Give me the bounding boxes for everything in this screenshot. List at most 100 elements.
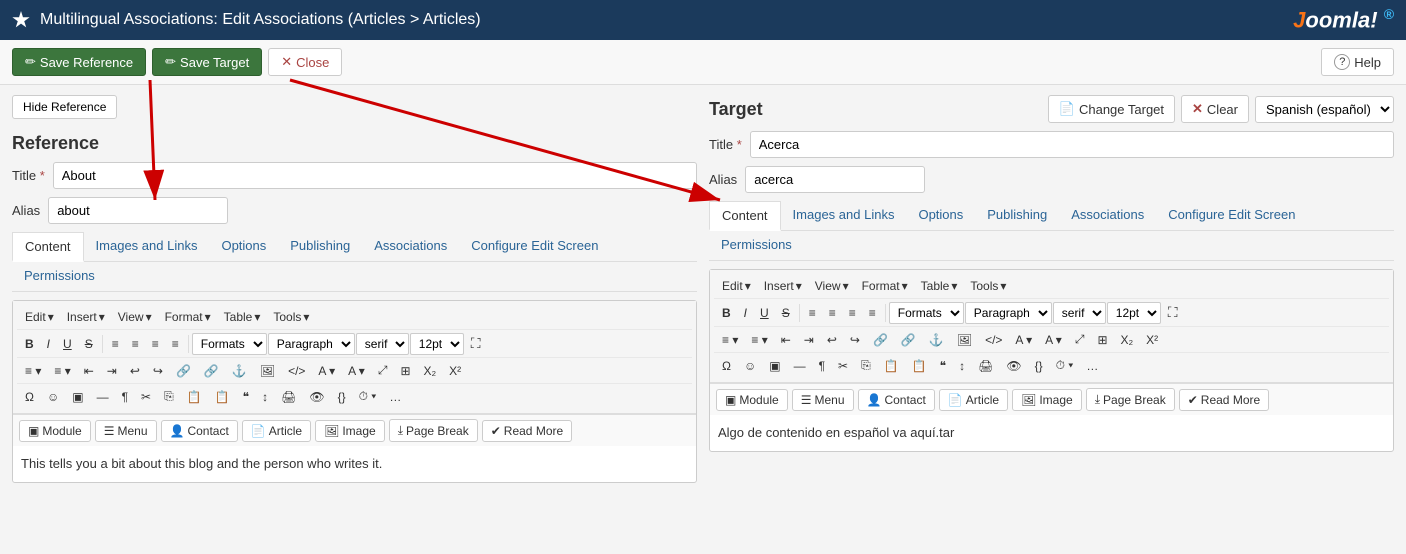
target-more-button[interactable]: …: [1080, 356, 1104, 376]
target-sup-button[interactable]: X²: [1140, 330, 1164, 350]
target-ul-button[interactable]: ≡ ▾: [716, 330, 744, 350]
target-redo-button[interactable]: ↪: [844, 330, 866, 350]
ref-blockquote-button[interactable]: ❝: [237, 387, 255, 407]
target-format-menu[interactable]: Format ▾: [856, 276, 914, 296]
target-preview-button[interactable]: 👁: [1000, 356, 1027, 376]
reference-editor-content[interactable]: This tells you a bit about this blog and…: [13, 446, 696, 482]
ref-underline-button[interactable]: U: [57, 334, 78, 354]
target-pastetext-button[interactable]: 📋: [906, 356, 933, 376]
ref-omega-button[interactable]: Ω: [19, 387, 40, 407]
target-module-btn[interactable]: ▣ Module: [716, 389, 788, 411]
ref-sub-button[interactable]: X₂: [418, 361, 443, 381]
ref-media-button[interactable]: ▣: [66, 387, 89, 407]
target-size-select[interactable]: 12pt: [1107, 302, 1161, 324]
tab-ref-images[interactable]: Images and Links: [84, 232, 210, 261]
target-editor-content[interactable]: Algo de contenido en español va aquí.tar: [710, 415, 1393, 451]
ref-paragraph2-button[interactable]: ¶: [116, 387, 134, 407]
target-timer-button[interactable]: ⏱ ▾: [1050, 355, 1080, 376]
tab-ref-permissions[interactable]: Permissions: [12, 262, 107, 291]
target-code-button[interactable]: </>: [979, 330, 1008, 350]
target-alias-input[interactable]: [745, 166, 925, 193]
ref-unlink-button[interactable]: 🔗: [198, 361, 225, 381]
ref-indent-button[interactable]: ⇥: [101, 361, 123, 381]
target-menu-btn[interactable]: ☰ Menu: [792, 389, 854, 411]
save-reference-button[interactable]: ✏ Save Reference: [12, 48, 146, 76]
ref-ol-button[interactable]: ≡ ▾: [48, 361, 76, 381]
target-fullscreen-button[interactable]: ⛶: [1162, 301, 1184, 324]
target-link-button[interactable]: 🔗: [867, 330, 894, 350]
ref-cut-button[interactable]: ✂: [135, 387, 157, 407]
change-target-button[interactable]: 📄 Change Target: [1048, 95, 1175, 123]
hide-reference-button[interactable]: Hide Reference: [12, 95, 117, 119]
ref-table-menu[interactable]: Table ▾: [218, 307, 267, 327]
target-media-button[interactable]: ▣: [763, 356, 786, 376]
ref-ul-button[interactable]: ≡ ▾: [19, 361, 47, 381]
target-blockquote-button[interactable]: ❝: [934, 356, 952, 376]
target-underline-button[interactable]: U: [754, 303, 775, 323]
target-paragraph2-button[interactable]: ¶: [813, 356, 831, 376]
ref-italic-button[interactable]: I: [41, 334, 56, 354]
ref-more-button[interactable]: …: [383, 387, 407, 407]
ref-undo-button[interactable]: ↩: [124, 361, 146, 381]
target-hr-button[interactable]: —: [788, 356, 812, 376]
target-bgcolor-button[interactable]: A ▾: [1039, 330, 1068, 350]
target-ol-button[interactable]: ≡ ▾: [745, 330, 773, 350]
tab-target-configure[interactable]: Configure Edit Screen: [1156, 201, 1307, 230]
ref-bgcolor-button[interactable]: A ▾: [342, 361, 371, 381]
ref-code-button[interactable]: </>: [282, 361, 311, 381]
tab-ref-configure[interactable]: Configure Edit Screen: [459, 232, 610, 261]
ref-insert-menu[interactable]: Insert ▾: [61, 307, 111, 327]
target-undo-button[interactable]: ↩: [821, 330, 843, 350]
target-table2-button[interactable]: ⊞: [1091, 330, 1113, 350]
ref-align-right-button[interactable]: ≡: [146, 334, 165, 354]
ref-paragraph-select[interactable]: Paragraph: [268, 333, 355, 355]
target-expand-button[interactable]: ⤢: [1069, 329, 1091, 350]
tab-ref-associations[interactable]: Associations: [362, 232, 459, 261]
ref-contact-btn[interactable]: 👤 Contact: [161, 420, 238, 442]
target-insert-menu[interactable]: Insert ▾: [758, 276, 808, 296]
ref-image-insert-btn[interactable]: 🖼 Image: [315, 420, 385, 442]
target-print-button[interactable]: 🖨: [972, 356, 999, 376]
tab-target-publishing[interactable]: Publishing: [975, 201, 1059, 230]
ref-align-left-button[interactable]: ≡: [106, 334, 125, 354]
ref-menu-btn[interactable]: ☰ Menu: [95, 420, 157, 442]
ref-timer-button[interactable]: ⏱ ▾: [353, 386, 383, 407]
ref-readmore-btn[interactable]: ✔ Read More: [482, 420, 572, 442]
target-align-center[interactable]: ≡: [823, 303, 842, 323]
tab-target-options[interactable]: Options: [906, 201, 975, 230]
target-copy-button[interactable]: ⎘: [855, 355, 877, 376]
ref-tools-menu[interactable]: Tools ▾: [267, 307, 315, 327]
target-unlink-button[interactable]: 🔗: [895, 330, 922, 350]
target-codesample-button[interactable]: {}: [1029, 356, 1049, 376]
target-edit-menu[interactable]: Edit ▾: [716, 276, 757, 296]
target-omega-button[interactable]: Ω: [716, 356, 737, 376]
clear-button[interactable]: ✕ Clear: [1181, 95, 1249, 123]
target-paragraph-select[interactable]: Paragraph: [965, 302, 1052, 324]
tab-ref-content[interactable]: Content: [12, 232, 84, 262]
ref-hr-button[interactable]: —: [91, 387, 115, 407]
language-select[interactable]: Spanish (español): [1255, 96, 1394, 123]
ref-link-button[interactable]: 🔗: [170, 361, 197, 381]
tab-target-content[interactable]: Content: [709, 201, 781, 231]
save-target-button[interactable]: ✏ Save Target: [152, 48, 262, 76]
ref-strike-button[interactable]: S: [79, 334, 99, 354]
ref-edit-menu[interactable]: Edit ▾: [19, 307, 60, 327]
target-formats-select[interactable]: Formats: [889, 302, 964, 324]
ref-pagebreak-insert-btn[interactable]: ⤓ Page Break: [389, 419, 478, 442]
ref-align-center-button[interactable]: ≡: [126, 334, 145, 354]
target-view-menu[interactable]: View ▾: [809, 276, 855, 296]
ref-formats-select[interactable]: Formats: [192, 333, 267, 355]
ref-sup-button[interactable]: X²: [443, 361, 467, 381]
ref-article-btn[interactable]: 📄 Article: [242, 420, 311, 442]
ref-expand-button[interactable]: ⤢: [372, 360, 394, 381]
ref-print-button[interactable]: 🖨: [275, 387, 302, 407]
target-title-input[interactable]: [750, 131, 1394, 158]
tab-ref-options[interactable]: Options: [209, 232, 278, 261]
target-paste-button[interactable]: 📋: [878, 356, 905, 376]
help-button[interactable]: ? Help: [1321, 48, 1394, 76]
ref-pastetext-button[interactable]: 📋: [209, 387, 236, 407]
target-align-justify[interactable]: ≡: [863, 303, 882, 323]
tab-target-permissions[interactable]: Permissions: [709, 231, 804, 260]
target-pagebreak-insert-btn[interactable]: ⤓ Page Break: [1086, 388, 1175, 411]
ref-font-select[interactable]: serif: [356, 333, 409, 355]
